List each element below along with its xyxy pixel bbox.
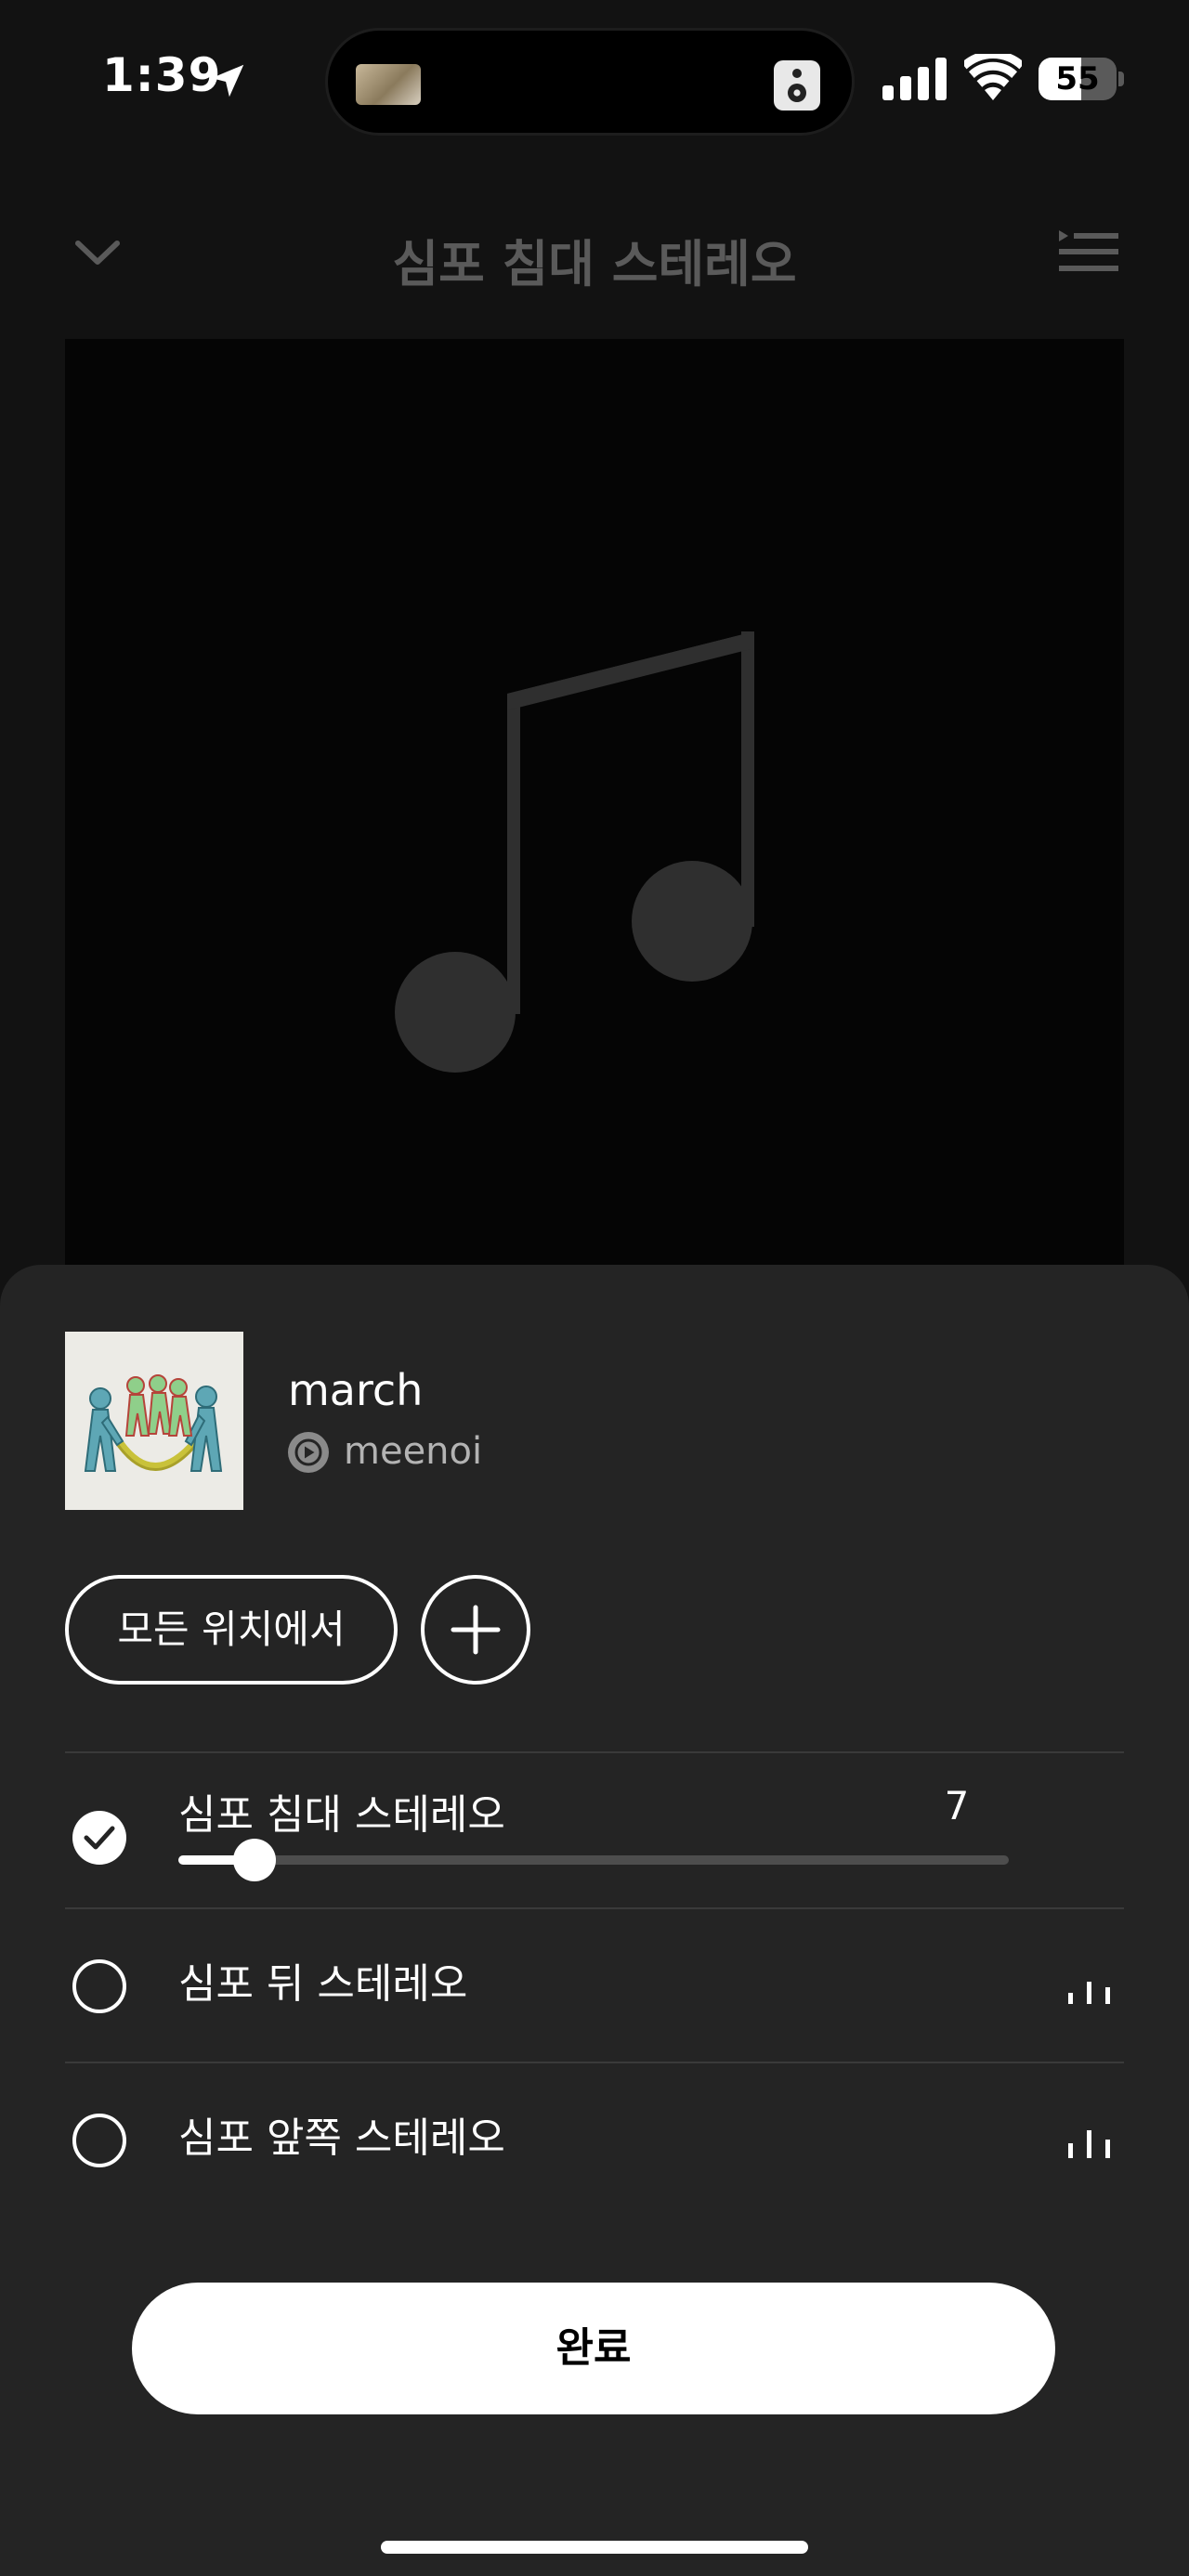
add-device-button[interactable] xyxy=(421,1575,530,1685)
artist-name: meenoi xyxy=(344,1430,483,1473)
artist-play-icon xyxy=(288,1432,329,1473)
device-row-back-stereo[interactable]: 심포 뒤 스테레오 xyxy=(0,1909,1189,2063)
page-title: 심포 침대 스테레오 xyxy=(392,235,797,293)
device-name: 심포 뒤 스테레오 xyxy=(178,1960,468,2008)
dynamic-island[interactable] xyxy=(325,28,855,136)
connect-device-sheet: march meenoi 모든 위치에서 심포 침대 스테레오 7 심포 뒤 스… xyxy=(0,1265,1189,2576)
track-cover-art xyxy=(65,1332,243,1510)
now-playing-screen: 1:39 55 심포 침대 스테레오 march meenoi 모든 위치에서 … xyxy=(0,0,1189,2576)
cover-illustration xyxy=(65,1332,243,1510)
device-name: 심포 침대 스테레오 xyxy=(178,1791,505,1839)
plus-icon xyxy=(451,1605,501,1655)
speaker-icon xyxy=(774,60,820,111)
check-icon xyxy=(84,1826,115,1850)
queue-icon[interactable] xyxy=(1059,227,1118,275)
island-album-thumbnail xyxy=(356,64,421,105)
location-arrow-icon xyxy=(211,64,244,98)
status-time: 1:39 xyxy=(102,48,222,102)
device-row-front-stereo[interactable]: 심포 앞쪽 스테레오 xyxy=(0,2063,1189,2218)
device-radio[interactable] xyxy=(72,2114,126,2167)
battery-icon: 55 xyxy=(1039,58,1124,100)
device-name: 심포 앞쪽 스테레오 xyxy=(178,2114,505,2162)
everywhere-button[interactable]: 모든 위치에서 xyxy=(65,1575,398,1685)
device-selected-indicator[interactable] xyxy=(72,1811,126,1865)
home-indicator[interactable] xyxy=(381,2541,808,2554)
done-button[interactable]: 완료 xyxy=(132,2283,1055,2414)
track-title: march xyxy=(288,1365,424,1415)
music-note-icon xyxy=(395,631,754,1073)
status-bar: 1:39 55 xyxy=(0,0,1189,167)
volume-value: 7 xyxy=(944,1783,970,1828)
volume-slider-thumb[interactable] xyxy=(233,1839,277,1881)
player-header: 심포 침대 스테레오 xyxy=(0,204,1189,297)
equalizer-icon xyxy=(1068,2130,1110,2158)
cellular-signal-icon xyxy=(882,58,947,100)
volume-slider[interactable] xyxy=(178,1839,1009,1881)
device-row-bed-stereo[interactable]: 심포 침대 스테레오 7 xyxy=(0,1753,1189,1907)
equalizer-icon xyxy=(1068,1982,1110,2004)
wifi-icon xyxy=(964,54,1022,100)
device-radio[interactable] xyxy=(72,1959,126,2013)
battery-level: 55 xyxy=(1055,60,1100,98)
